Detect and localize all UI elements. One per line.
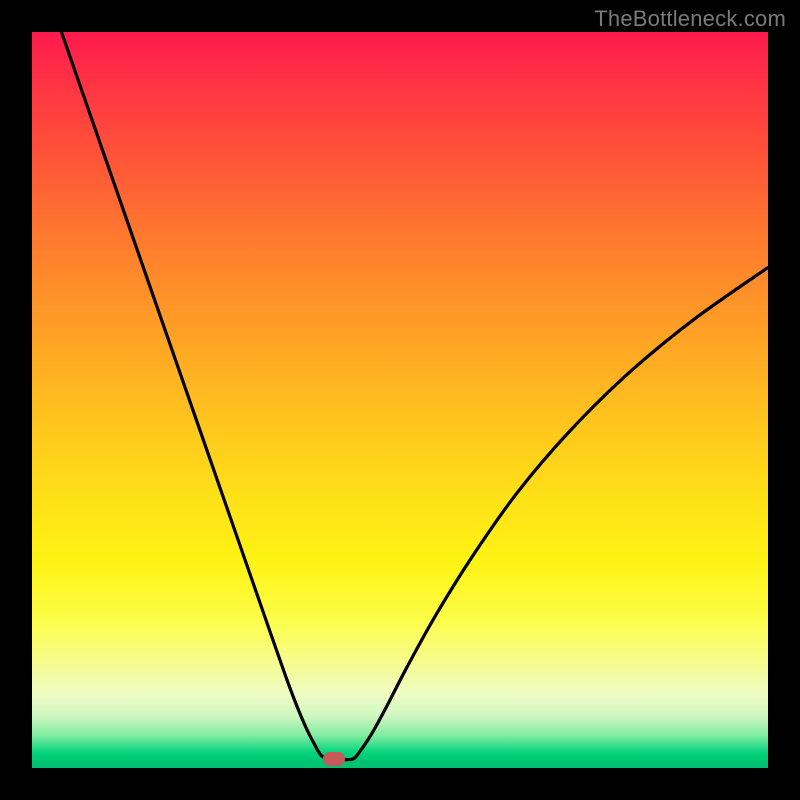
watermark-text: TheBottleneck.com <box>594 6 786 32</box>
bottleneck-curve <box>32 32 768 768</box>
chart-frame: TheBottleneck.com <box>0 0 800 800</box>
optimal-marker <box>323 752 345 766</box>
plot-area <box>32 32 768 768</box>
